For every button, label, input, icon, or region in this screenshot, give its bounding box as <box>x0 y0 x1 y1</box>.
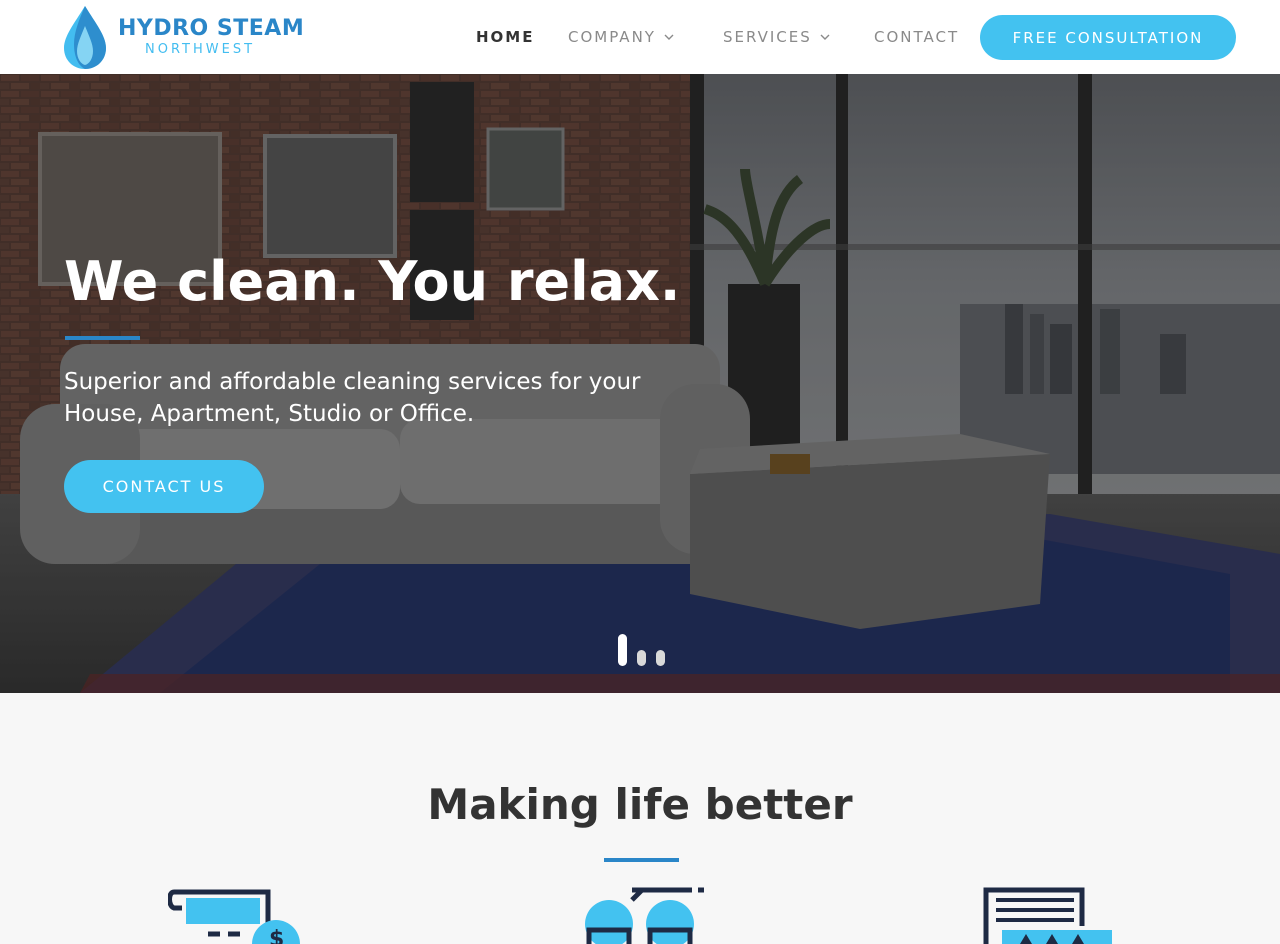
water-drop-icon <box>64 6 106 69</box>
nav-item-contact[interactable]: CONTACT <box>874 0 959 74</box>
svg-text:$: $ <box>269 927 284 944</box>
bill-payment-icon: $ <box>168 889 300 944</box>
contact-us-button[interactable]: CONTACT US <box>64 460 264 513</box>
slide-dot-3[interactable] <box>656 650 665 666</box>
logo[interactable]: HYDRO STEAM NORTHWEST <box>62 4 312 70</box>
nav-services-label: SERVICES <box>723 28 812 46</box>
nav-item-home[interactable]: HOME <box>476 0 534 74</box>
hero-heading: We clean. You relax. <box>64 250 681 313</box>
document-rating-icon <box>983 887 1112 944</box>
chevron-down-icon <box>664 34 674 40</box>
feature-bill-payment: $ <box>168 886 303 944</box>
hero-slider: We clean. You relax. Superior and afford… <box>0 74 1280 693</box>
slide-dot-2[interactable] <box>637 650 646 666</box>
free-consultation-button[interactable]: FREE CONSULTATION <box>980 15 1236 60</box>
chevron-down-icon <box>820 34 830 40</box>
nav-item-company[interactable]: COMPANY <box>568 0 674 74</box>
feature-team <box>584 886 709 944</box>
nav-item-services[interactable]: SERVICES <box>723 0 830 74</box>
section-divider <box>604 858 679 862</box>
nav-contact-label: CONTACT <box>874 28 960 46</box>
nav-home-label: HOME <box>476 28 535 46</box>
site-header: HYDRO STEAM NORTHWEST HOME COMPANY SERVI… <box>0 0 1280 74</box>
brand-subtitle: NORTHWEST <box>145 42 256 57</box>
feature-document <box>982 886 1117 944</box>
team-chat-icon <box>585 887 706 944</box>
brand-title: HYDRO STEAM <box>118 16 305 41</box>
hero-subheading: Superior and affordable cleaning service… <box>64 369 641 427</box>
slide-dot-1[interactable] <box>618 634 627 666</box>
hero-divider <box>65 336 140 340</box>
nav-company-label: COMPANY <box>568 28 656 46</box>
section-heading: Making life better <box>427 780 853 829</box>
